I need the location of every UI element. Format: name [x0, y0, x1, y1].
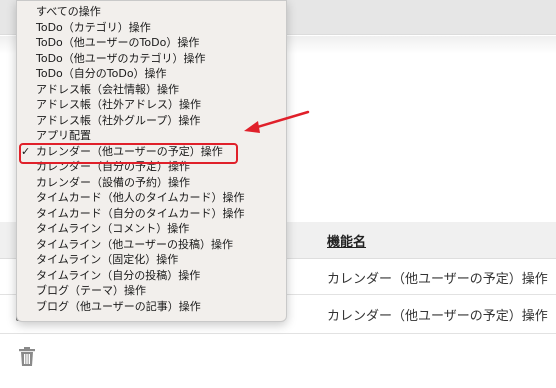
- option-label: すべての操作: [36, 5, 101, 18]
- option-label: タイムカード（他人のタイムカード）操作: [36, 191, 245, 204]
- row-divider: [0, 333, 556, 334]
- operation-dropdown-menu[interactable]: すべての操作 ToDo（カテゴリ）操作 ToDo（他ユーザーのToDo）操作 T…: [16, 0, 287, 322]
- option-label: カレンダー（他ユーザーの予定）操作: [36, 144, 223, 158]
- dropdown-option[interactable]: タイムライン（コメント）操作: [17, 221, 286, 237]
- dropdown-option[interactable]: アドレス帳（会社情報）操作: [17, 82, 286, 98]
- dropdown-option-selected[interactable]: ✓ カレンダー（他ユーザーの予定）操作: [17, 144, 286, 160]
- dropdown-option[interactable]: タイムライン（自分の投稿）操作: [17, 268, 286, 284]
- dropdown-option[interactable]: ブログ（テーマ）操作: [17, 283, 286, 299]
- option-label: カレンダー（設備の予約）操作: [36, 175, 190, 189]
- trash-icon[interactable]: [18, 347, 36, 367]
- dropdown-option[interactable]: タイムカード（他人のタイムカード）操作: [17, 190, 286, 206]
- annotation-arrow-icon: [244, 110, 310, 133]
- option-label: タイムライン（コメント）操作: [36, 222, 190, 235]
- dropdown-option[interactable]: タイムライン（固定化）操作: [17, 252, 286, 268]
- dropdown-option[interactable]: ToDo（自分のToDo）操作: [17, 66, 286, 82]
- option-label: アドレス帳（社外グループ）操作: [36, 113, 201, 127]
- option-label: ブログ（他ユーザーの記事）操作: [36, 299, 201, 313]
- dropdown-option[interactable]: ToDo（カテゴリ）操作: [17, 20, 286, 36]
- option-label: アドレス帳（社外アドレス）操作: [36, 98, 201, 111]
- option-label: ブログ（テーマ）操作: [36, 284, 146, 297]
- dropdown-option[interactable]: カレンダー（設備の予約）操作: [17, 175, 286, 191]
- dropdown-option[interactable]: タイムカード（自分のタイムカード）操作: [17, 206, 286, 222]
- option-label: ToDo（カテゴリ）操作: [36, 20, 151, 34]
- option-label: ToDo（自分のToDo）操作: [36, 67, 167, 80]
- option-label: タイムカード（自分のタイムカード）操作: [36, 206, 245, 220]
- dropdown-option[interactable]: ToDo（他ユーザのカテゴリ）操作: [17, 51, 286, 67]
- option-label: ToDo（他ユーザのカテゴリ）操作: [36, 51, 206, 65]
- option-label: ToDo（他ユーザーのToDo）操作: [36, 36, 200, 49]
- option-label: カレンダー（自分の予定）操作: [36, 160, 190, 173]
- dropdown-option[interactable]: すべての操作: [17, 4, 286, 20]
- option-label: アプリ配置: [36, 129, 91, 142]
- dropdown-option[interactable]: ToDo（他ユーザーのToDo）操作: [17, 35, 286, 51]
- option-label: タイムライン（他ユーザーの投稿）操作: [36, 237, 234, 251]
- table-cell-function-name: カレンダー（他ユーザーの予定）操作: [327, 309, 548, 324]
- table-cell-function-name: カレンダー（他ユーザーの予定）操作: [327, 272, 548, 287]
- option-label: タイムライン（自分の投稿）操作: [36, 268, 201, 282]
- dropdown-option[interactable]: ブログ（他ユーザーの記事）操作: [17, 299, 286, 315]
- option-label: アドレス帳（会社情報）操作: [36, 82, 179, 96]
- dropdown-option[interactable]: タイムライン（他ユーザーの投稿）操作: [17, 237, 286, 253]
- dropdown-options: すべての操作 ToDo（カテゴリ）操作 ToDo（他ユーザーのToDo）操作 T…: [17, 4, 286, 314]
- dropdown-option[interactable]: カレンダー（自分の予定）操作: [17, 159, 286, 175]
- option-label: タイムライン（固定化）操作: [36, 253, 179, 266]
- column-header-function-name[interactable]: 機能名: [327, 231, 366, 250]
- checkmark-icon: ✓: [21, 144, 31, 158]
